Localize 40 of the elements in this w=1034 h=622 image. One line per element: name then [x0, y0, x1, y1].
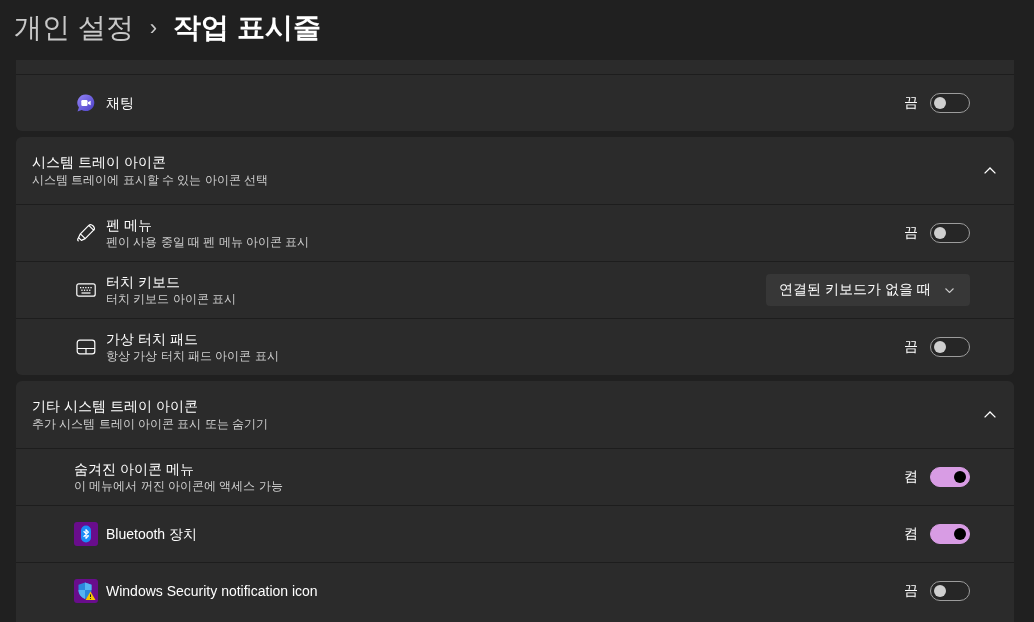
- section-title: 기타 시스템 트레이 아이콘: [32, 397, 199, 416]
- row-title: 채팅: [106, 94, 135, 112]
- row-description: 터치 키보드 아이콘 표시: [106, 291, 237, 307]
- shield-warning-icon: [74, 579, 98, 603]
- toggle-state-label: 끔: [904, 94, 918, 112]
- row-title: Bluetooth 장치: [106, 525, 199, 543]
- row-title: 터치 키보드: [106, 273, 181, 291]
- toggle-state-label: 끔: [904, 224, 918, 242]
- toggle-state-label: 끔: [904, 582, 918, 600]
- toggle-state-label: 끔: [904, 338, 918, 356]
- section-title: 시스템 트레이 아이콘: [32, 153, 167, 172]
- bluetooth-icon: [74, 522, 98, 546]
- touchpad-icon: [76, 339, 96, 355]
- pen-icon: [76, 223, 96, 243]
- row-title: 숨겨진 아이콘 메뉴: [74, 460, 195, 478]
- section-description: 시스템 트레이에 표시할 수 있는 아이콘 선택: [32, 172, 269, 188]
- page-title: 작업 표시줄: [173, 11, 321, 45]
- caret-icon: [945, 287, 954, 293]
- toggle-switch[interactable]: [930, 223, 970, 243]
- row-title: Windows Security notification icon: [106, 582, 319, 600]
- toggle-switch[interactable]: [930, 581, 970, 601]
- toggle-state-label: 켬: [904, 468, 918, 486]
- row-description: 이 메뉴에서 꺼진 아이콘에 액세스 가능: [74, 478, 284, 494]
- row-description: 펜이 사용 중일 때 펜 메뉴 아이콘 표시: [106, 234, 311, 250]
- keyboard-icon: [76, 282, 96, 298]
- chevron-up-icon[interactable]: [984, 167, 996, 174]
- toggle-switch[interactable]: [930, 93, 970, 113]
- breadcrumb-link[interactable]: 개인 설정: [14, 9, 134, 47]
- row-title: 가상 터치 패드: [106, 330, 199, 348]
- section-description: 추가 시스템 트레이 아이콘 표시 또는 숨기기: [32, 416, 269, 432]
- row-description: 항상 가상 터치 패드 아이콘 표시: [106, 348, 280, 364]
- toggle-switch[interactable]: [930, 467, 970, 487]
- toggle-switch[interactable]: [930, 524, 970, 544]
- toggle-switch[interactable]: [930, 337, 970, 357]
- breadcrumb-separator: ›: [149, 15, 158, 41]
- dropdown[interactable]: 연결된 키보드가 없을 때: [766, 274, 970, 306]
- toggle-state-label: 켬: [904, 525, 918, 543]
- row-title: 펜 메뉴: [106, 216, 153, 234]
- chevron-up-icon[interactable]: [984, 411, 996, 418]
- chat-bubble-icon: [77, 94, 95, 112]
